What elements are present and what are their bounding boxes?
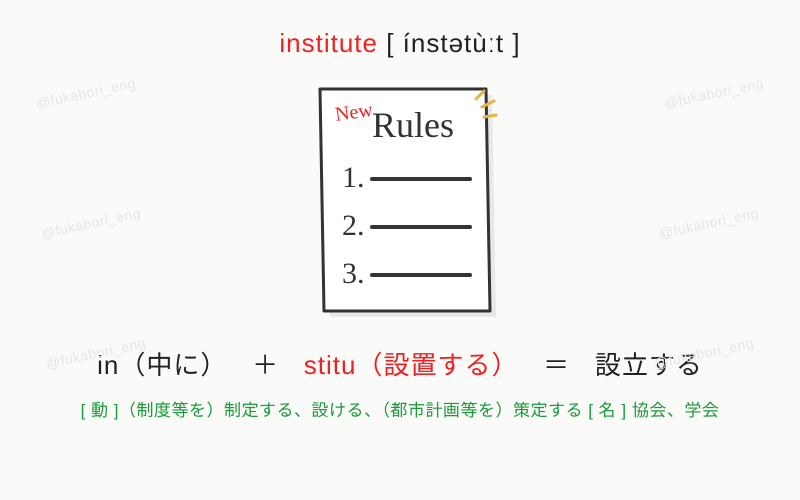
definition-line: [ 動 ]（制度等を）制定する、設ける、（都市計画等を）策定する [ 名 ] 協…	[0, 396, 800, 421]
bracket-open: [	[378, 28, 403, 58]
etym-root: stitu	[304, 350, 357, 380]
pronunciation: ínstətùːt	[403, 28, 505, 58]
illustration: New Rules 1. 2. 3.	[0, 77, 800, 327]
etym-result: 設立する	[595, 350, 703, 380]
etym-prefix-meaning: （中に）	[119, 350, 227, 380]
svg-text:3.: 3.	[342, 257, 365, 290]
title-line: institute [ ínstətùːt ]	[0, 0, 800, 59]
rules-heading-text: Rules	[372, 105, 454, 145]
headword: institute	[279, 28, 378, 58]
bracket-close: ]	[504, 28, 520, 58]
rules-card-icon: New Rules 1. 2. 3.	[280, 77, 520, 327]
svg-text:2.: 2.	[342, 209, 365, 242]
etym-plus: ＋	[252, 350, 279, 380]
etym-prefix: in	[97, 350, 119, 380]
etym-root-meaning: （設置する）	[356, 350, 518, 380]
svg-text:1.: 1.	[342, 161, 365, 194]
etym-equals: ＝	[543, 350, 570, 380]
etymology-line: in（中に） ＋ stitu（設置する） ＝ 設立する	[0, 345, 800, 382]
